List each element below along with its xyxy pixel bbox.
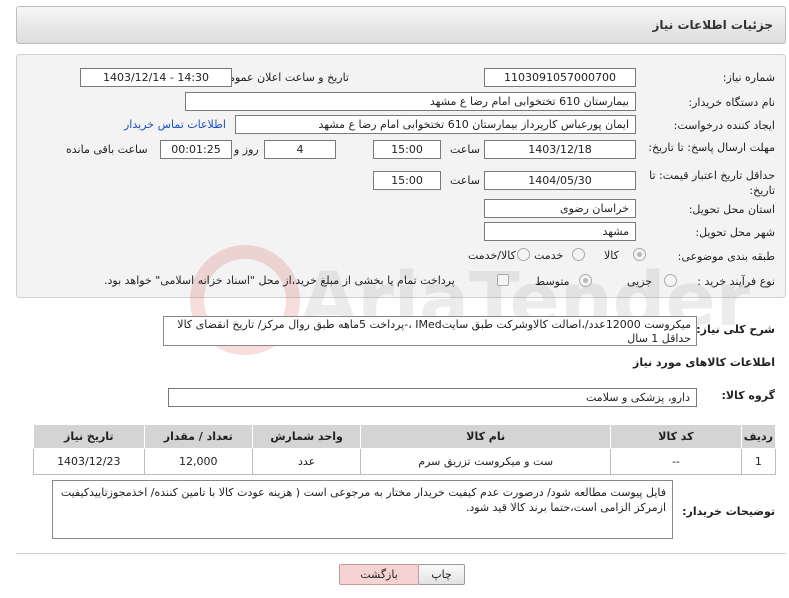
deadline-time-label: ساعت	[450, 143, 480, 156]
city-label: شهر محل تحویل:	[695, 226, 775, 239]
cell-date: 1403/12/23	[33, 448, 145, 475]
page-header: جزئیات اطلاعات نیاز	[16, 6, 786, 44]
category-radio-goods[interactable]	[633, 248, 646, 261]
process-radio-minor[interactable]	[664, 274, 677, 287]
print-button[interactable]: چاپ	[418, 564, 465, 585]
cell-code: --	[610, 448, 742, 475]
validity-date-field[interactable]: 1404/05/30	[484, 171, 636, 190]
category-radio-service[interactable]	[572, 248, 585, 261]
buyer-contact-link[interactable]: اطلاعات تماس خریدار	[124, 118, 226, 131]
remaining-time-label: ساعت باقی مانده	[66, 143, 148, 156]
deadline-label: مهلت ارسال پاسخ: تا تاریخ:	[648, 141, 775, 154]
cell-name: ست و میکروست تزریق سرم	[360, 448, 612, 475]
category-radio-goods-service[interactable]	[517, 248, 530, 261]
category-option-goods: کالا	[604, 249, 619, 262]
buyer-org-field[interactable]: بیمارستان 610 تختخوابی امام رضا ع مشهد	[185, 92, 636, 111]
treasury-payment-note: پرداخت تمام یا بخشی از مبلغ خرید،از محل …	[104, 274, 455, 287]
back-button[interactable]: بازگشت	[339, 564, 419, 585]
province-label: استان محل تحویل:	[688, 203, 775, 216]
validity-time-label: ساعت	[450, 174, 480, 187]
table-row[interactable]: 1 -- ست و میکروست تزریق سرم عدد 12,000 1…	[33, 448, 777, 475]
description-label: شرح کلی نیاز:	[696, 323, 775, 336]
price-validity-label: حداقل تاریخ اعتبار قیمت: تا تاریخ:	[649, 169, 775, 197]
goods-section-title: اطلاعات کالاهای مورد نیاز	[633, 356, 775, 369]
validity-time-field[interactable]: 15:00	[373, 171, 441, 190]
buyer-notes-label: توضیحات خریدار:	[682, 505, 775, 518]
deadline-date-field[interactable]: 1403/12/18	[484, 140, 636, 159]
need-number-label: شماره نیاز:	[722, 71, 775, 84]
cell-quantity: 12,000	[143, 448, 253, 475]
process-radio-medium[interactable]	[579, 274, 592, 287]
bottom-divider	[16, 553, 786, 554]
process-type-label: نوع فرآیند خرید :	[697, 275, 775, 288]
goods-group-field[interactable]: دارو، پزشکی و سلامت	[168, 388, 697, 407]
description-textarea[interactable]: میکروست 12000عدد/،اصالت کالاوشرکت طبق سا…	[163, 316, 697, 346]
cell-unit: عدد	[251, 448, 362, 475]
goods-table: ردیف کد کالا نام کالا واحد شمارش تعداد /…	[33, 424, 777, 475]
col-header-name: نام کالا	[360, 424, 612, 449]
buyer-org-label: نام دستگاه خریدار:	[688, 96, 775, 109]
process-option-medium: متوسط	[535, 275, 570, 288]
col-header-code: کد کالا	[610, 424, 742, 449]
creator-field[interactable]: ایمان پورعباس کارپرداز بیمارستان 610 تخت…	[235, 115, 636, 134]
col-header-row: ردیف	[740, 424, 777, 449]
creator-label: ایجاد کننده درخواست:	[673, 119, 775, 132]
city-field[interactable]: مشهد	[484, 222, 636, 241]
category-option-service: خدمت	[534, 249, 564, 262]
category-option-goods-service: کالا/خدمت	[468, 249, 516, 262]
col-header-quantity: تعداد / مقدار	[143, 424, 253, 449]
remaining-days-field[interactable]: 4	[264, 140, 336, 159]
col-header-unit: واحد شمارش	[251, 424, 362, 449]
category-label: طبقه بندی موضوعی:	[677, 250, 775, 263]
treasury-payment-checkbox[interactable]	[497, 274, 509, 286]
remaining-time-field[interactable]: 00:01:25	[160, 140, 232, 159]
goods-group-label: گروه کالا:	[721, 389, 775, 402]
need-number-field[interactable]: 1103091057000700	[484, 68, 636, 87]
announce-datetime-field[interactable]: 1403/12/14 - 14:30	[80, 68, 232, 87]
col-header-date: تاریخ نیاز	[33, 424, 145, 449]
announce-datetime-label: تاریخ و ساعت اعلان عمومی:	[216, 71, 349, 84]
province-field[interactable]: خراسان رضوی	[484, 199, 636, 218]
deadline-time-field[interactable]: 15:00	[373, 140, 441, 159]
buyer-notes-textarea[interactable]: فایل پیوست مطالعه شود/ درصورت عدم کیفیت …	[52, 480, 673, 539]
remaining-days-label: روز و	[234, 143, 259, 156]
cell-row-number: 1	[740, 448, 777, 475]
process-option-minor: جزیی	[627, 275, 653, 288]
page-title: جزئیات اطلاعات نیاز	[652, 18, 773, 32]
